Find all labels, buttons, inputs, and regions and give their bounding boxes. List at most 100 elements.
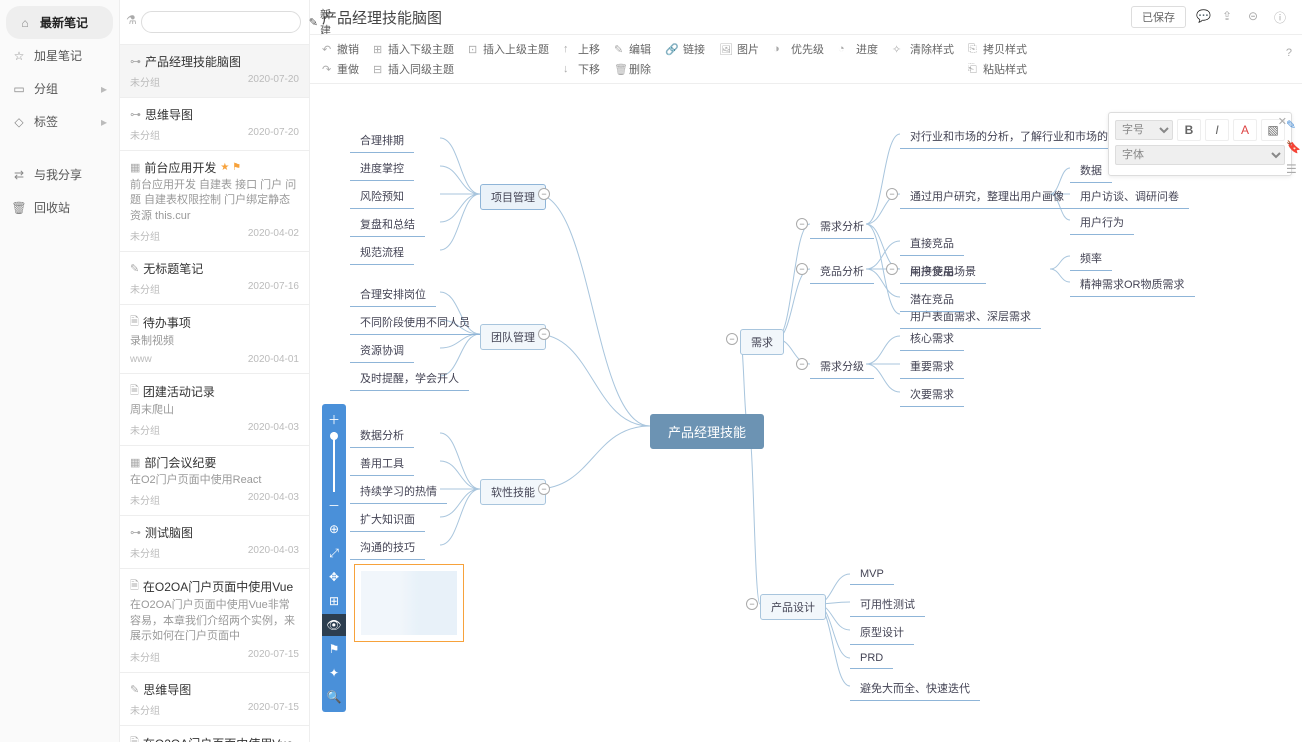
nav-groups[interactable]: ▭分组▸ — [0, 72, 119, 105]
redo-button[interactable]: ↷重做 — [322, 61, 359, 77]
progress-button[interactable]: ◔进度 — [838, 41, 878, 57]
mindmap-node[interactable]: 规范流程 — [350, 240, 414, 265]
mindmap-node[interactable]: 直接竞品 — [900, 231, 964, 256]
mindmap-node[interactable]: 及时提醒，学会开人 — [350, 366, 469, 391]
mindmap-node[interactable]: 数据 — [1070, 158, 1112, 183]
expand-button[interactable]: ⤢ — [322, 542, 346, 564]
collapse-icon[interactable]: − — [796, 358, 808, 370]
mindmap-node[interactable]: 软性技能 — [480, 479, 546, 505]
collapse-icon[interactable]: − — [726, 333, 738, 345]
collapse-icon[interactable]: − — [538, 483, 550, 495]
mindmap-node[interactable]: 避免大而全、快速迭代 — [850, 676, 980, 701]
collapse-icon[interactable]: − — [886, 188, 898, 200]
bold-button[interactable]: B — [1177, 119, 1201, 141]
mindmap-node[interactable]: 潜在竞品 — [900, 287, 964, 312]
note-item[interactable]: ⊶产品经理技能脑图未分组2020-07-20 — [120, 45, 309, 98]
mindmap-node[interactable]: 合理安排岗位 — [350, 282, 436, 307]
edit-button[interactable]: ✎编辑 — [614, 41, 651, 57]
nav-tags[interactable]: ◇标签▸ — [0, 105, 119, 138]
mindmap-node[interactable]: 需求分级 — [810, 354, 874, 379]
mindmap-node[interactable]: 不同阶段使用不同人员 — [350, 310, 480, 335]
mindmap-node[interactable]: 产品经理技能 — [650, 414, 764, 449]
mindmap-node[interactable]: 数据分析 — [350, 423, 414, 448]
nav-latest[interactable]: ⌂最新笔记 — [6, 6, 113, 39]
mindmap-node[interactable]: 扩大知识面 — [350, 507, 425, 532]
mindmap-node[interactable]: 可用性测试 — [850, 592, 925, 617]
pencil-side-icon[interactable]: ✎ — [1286, 118, 1300, 132]
list-icon[interactable]: ☰ — [1286, 162, 1300, 176]
nav-trash[interactable]: 🗑回收站 — [0, 191, 119, 224]
mindmap-node[interactable]: 项目管理 — [480, 184, 546, 210]
note-item[interactable]: ▦部门会议纪要在O2门户页面中使用React未分组2020-04-03 — [120, 446, 309, 516]
mindmap-node[interactable]: MVP — [850, 564, 894, 585]
mindmap-node[interactable]: 间接竞品 — [900, 259, 964, 284]
mindmap-node[interactable]: 产品设计 — [760, 594, 826, 620]
note-item[interactable]: ⊶测试脑图未分组2020-04-03 — [120, 516, 309, 569]
mindmap-node[interactable]: 团队管理 — [480, 324, 546, 350]
collapse-icon[interactable]: − — [796, 263, 808, 275]
delete-button[interactable]: 🗑删除 — [614, 61, 651, 77]
insert-child-button[interactable]: ⊞插入下级主题 — [373, 41, 454, 57]
link-button[interactable]: 🔗链接 — [665, 41, 705, 57]
comment-icon[interactable]: 💬 — [1196, 9, 1212, 25]
mindmap-node[interactable]: 核心需求 — [900, 326, 964, 351]
move-up-button[interactable]: ↑上移 — [563, 41, 600, 57]
mindmap-node[interactable]: 持续学习的热情 — [350, 479, 447, 504]
minimap-thumbnail[interactable] — [354, 564, 464, 642]
italic-button[interactable]: I — [1205, 119, 1229, 141]
insert-parent-button[interactable]: ⊡插入上级主题 — [468, 41, 549, 57]
mindmap-node[interactable]: 原型设计 — [850, 620, 914, 645]
info-icon[interactable]: ⓘ — [1274, 9, 1290, 25]
more-icon[interactable]: ⊝ — [1248, 9, 1264, 25]
mindmap-node[interactable]: 通过用户研究，整理出用户画像 — [900, 184, 1074, 209]
collapse-icon[interactable]: − — [538, 188, 550, 200]
mindmap-node[interactable]: 精神需求OR物质需求 — [1070, 272, 1195, 297]
undo-button[interactable]: ↶撤销 — [322, 41, 359, 57]
overview-button[interactable]: 👁 — [322, 614, 346, 636]
font-family-select[interactable]: 字体 — [1115, 145, 1285, 165]
note-item[interactable]: 🗎在O2OA门户页面中使用Vue在O2OA门户页面中使用Vue非常容易，本章我们… — [120, 569, 309, 672]
move-button[interactable]: ✥ — [322, 566, 346, 588]
note-item[interactable]: ✎思维导图未分组2020-07-15 — [120, 673, 309, 726]
mindmap-node[interactable]: 频率 — [1070, 246, 1112, 271]
note-item[interactable]: ▦前台应用开发★ ⚑前台应用开发 自建表 接口 门户 问题 自建表权限控制 门户… — [120, 151, 309, 252]
note-item[interactable]: ⊶思维导图未分组2020-07-20 — [120, 98, 309, 151]
font-color-button[interactable]: A — [1233, 119, 1257, 141]
image-button[interactable]: 🖼图片 — [719, 41, 759, 57]
copy-style-button[interactable]: ⎘拷贝样式 — [968, 41, 1027, 57]
note-item[interactable]: 🗎团建活动记录周末爬山未分组2020-04-03 — [120, 374, 309, 446]
help-icon[interactable]: ? — [1286, 47, 1292, 59]
zoom-out-button[interactable]: － — [322, 494, 346, 516]
mindmap-node[interactable]: 需求分析 — [810, 214, 874, 239]
note-item[interactable]: 🗎待办事项录制视频www2020-04-01 — [120, 305, 309, 373]
mindmap-node[interactable]: 竞品分析 — [810, 259, 874, 284]
zoom-in-button[interactable]: ＋ — [322, 408, 346, 430]
move-down-button[interactable]: ↓下移 — [563, 61, 600, 77]
collapse-icon[interactable]: − — [746, 598, 758, 610]
mindmap-node[interactable]: 重要需求 — [900, 354, 964, 379]
mindmap-node[interactable]: 复盘和总结 — [350, 212, 425, 237]
mindmap-node[interactable]: 资源协调 — [350, 338, 414, 363]
mindmap-node[interactable]: PRD — [850, 648, 893, 669]
mindmap-node[interactable]: 风险预知 — [350, 184, 414, 209]
collapse-icon[interactable]: − — [796, 218, 808, 230]
share-icon[interactable]: ⇪ — [1222, 9, 1238, 25]
priority-button[interactable]: ◑优先级 — [773, 41, 824, 57]
mindmap-node[interactable]: 善用工具 — [350, 451, 414, 476]
mindmap-node[interactable]: 用户访谈、调研问卷 — [1070, 184, 1189, 209]
mindmap-node[interactable]: 沟通的技巧 — [350, 535, 425, 560]
mindmap-node[interactable]: 需求 — [740, 329, 784, 355]
style-button[interactable]: ✦ — [322, 662, 346, 684]
filter-icon[interactable]: ⚗ — [126, 13, 137, 31]
note-item[interactable]: ✎无标题笔记未分组2020-07-16 — [120, 252, 309, 305]
collapse-icon[interactable]: − — [886, 263, 898, 275]
bookmark-icon[interactable]: 🔖 — [1286, 140, 1300, 154]
note-item[interactable]: 🗎在O2OA门户页面中使用Vue在O2OA门户页面中使用Vue非常容易，本章我们… — [120, 726, 309, 742]
insert-sibling-button[interactable]: ⊟插入同级主题 — [373, 61, 454, 77]
mindmap-node[interactable]: 次要需求 — [900, 382, 964, 407]
nav-shared[interactable]: ⇄与我分享 — [0, 158, 119, 191]
locate-button[interactable]: ⊕ — [322, 518, 346, 540]
nav-starred[interactable]: ☆加星笔记 — [0, 39, 119, 72]
mindmap-node[interactable]: 合理排期 — [350, 128, 414, 153]
mindmap-node[interactable]: 进度掌控 — [350, 156, 414, 181]
